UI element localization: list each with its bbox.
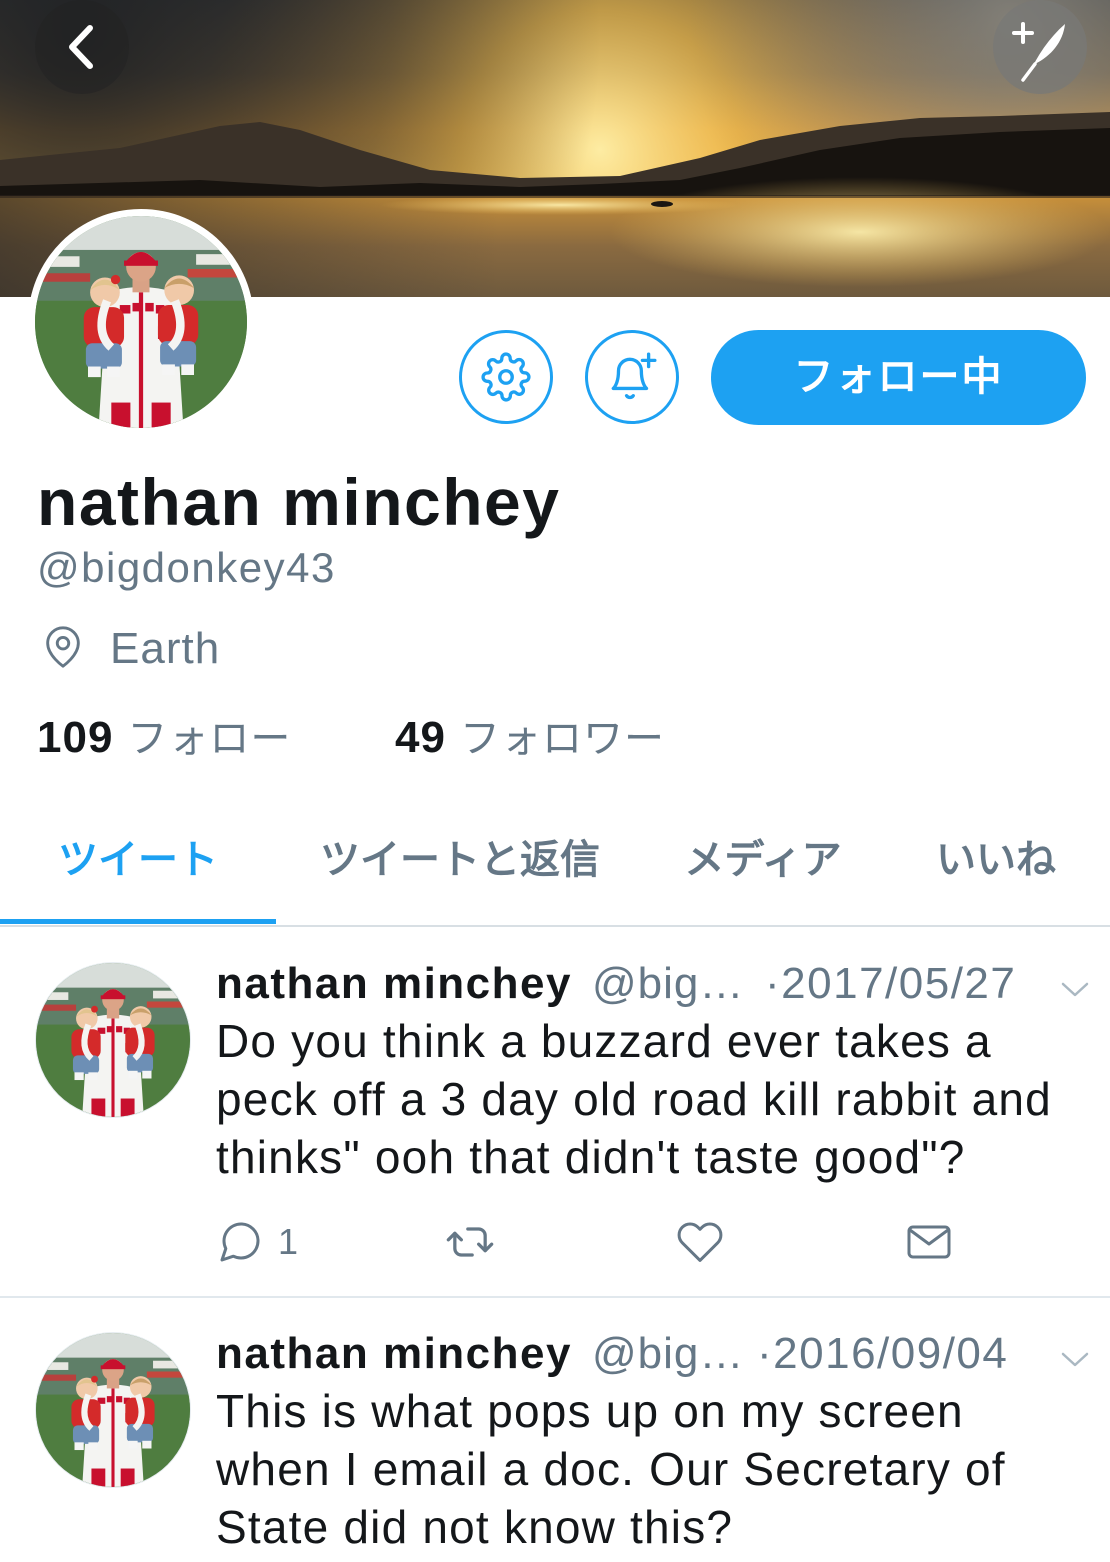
tweet-text-line: State did not know this?: [216, 1501, 734, 1553]
active-tab-indicator: [0, 919, 276, 924]
profile-handle: @bigdonkey43: [37, 544, 336, 591]
compose-tweet-button[interactable]: [993, 0, 1087, 94]
chevron-down-icon[interactable]: [1058, 1344, 1092, 1374]
chevron-down-icon[interactable]: [1058, 974, 1092, 1004]
following-button[interactable]: フォロー中: [711, 330, 1086, 425]
reply-button[interactable]: 1: [216, 1218, 298, 1266]
tweet-author-handle: @big…: [592, 959, 745, 1008]
profile-name: nathan minchey: [37, 465, 561, 539]
tweet-author-name: nathan minchey: [216, 959, 572, 1008]
tweet-author-name: nathan minchey: [216, 1329, 572, 1378]
like-button[interactable]: [676, 1218, 724, 1266]
retweet-icon: [446, 1227, 494, 1257]
following-count: 109: [37, 713, 114, 762]
tab-tweets[interactable]: ツイート: [0, 830, 276, 890]
notifications-button[interactable]: [585, 330, 679, 424]
compose-tweet-icon: [1012, 22, 1065, 82]
tab-likes[interactable]: いいね: [882, 830, 1110, 890]
followers-label: フォロワー: [459, 717, 665, 761]
followers-count: 49: [395, 713, 446, 762]
reply-count: 1: [278, 1221, 299, 1262]
like-icon: [677, 1222, 723, 1262]
profile-location: Earth: [110, 624, 221, 673]
settings-button[interactable]: [459, 330, 553, 424]
tweet-text: Do you think a buzzard ever takes a peck…: [216, 1012, 1052, 1186]
gear-icon: [481, 352, 531, 402]
tweet-text-line: thinks" ooh that didn't taste good"?: [216, 1131, 966, 1183]
direct-message-icon: [907, 1225, 951, 1259]
tweet-avatar[interactable]: [36, 963, 190, 1117]
direct-message-button[interactable]: [904, 1218, 954, 1266]
tweet-text-line: when I email a doc. Our Secretary of: [216, 1443, 1006, 1495]
chevron-left-icon: [69, 25, 93, 69]
tab-media[interactable]: メディア: [644, 830, 882, 890]
location-pin-icon: [46, 626, 80, 668]
tweet-text-line: This is what pops up on my screen: [216, 1385, 964, 1437]
tweet-text: This is what pops up on my screen when I…: [216, 1382, 1006, 1556]
back-button[interactable]: [35, 0, 129, 94]
tweet-divider: [0, 1296, 1110, 1298]
tweet-date: ·2017/05/27: [765, 959, 1017, 1008]
bell-plus-icon: [611, 352, 657, 400]
tweet-date: ·2016/09/04: [757, 1329, 1009, 1378]
profile-avatar[interactable]: [28, 209, 254, 435]
retweet-button[interactable]: [442, 1216, 498, 1268]
tabs-divider: [0, 925, 1110, 927]
tweet-text-line: peck off a 3 day old road kill rabbit an…: [216, 1073, 1052, 1125]
following-stat[interactable]: 109 フォロー: [37, 712, 291, 764]
followers-stat[interactable]: 49 フォロワー: [395, 712, 665, 764]
tweet-avatar[interactable]: [36, 1333, 190, 1487]
tweet-text-line: Do you think a buzzard ever takes a: [216, 1015, 992, 1067]
reply-icon: [220, 1222, 260, 1262]
tweet-author-handle: @big…: [592, 1329, 745, 1378]
tab-tweets-and-replies[interactable]: ツイートと返信: [276, 830, 644, 890]
following-label: フォロー: [127, 717, 292, 761]
